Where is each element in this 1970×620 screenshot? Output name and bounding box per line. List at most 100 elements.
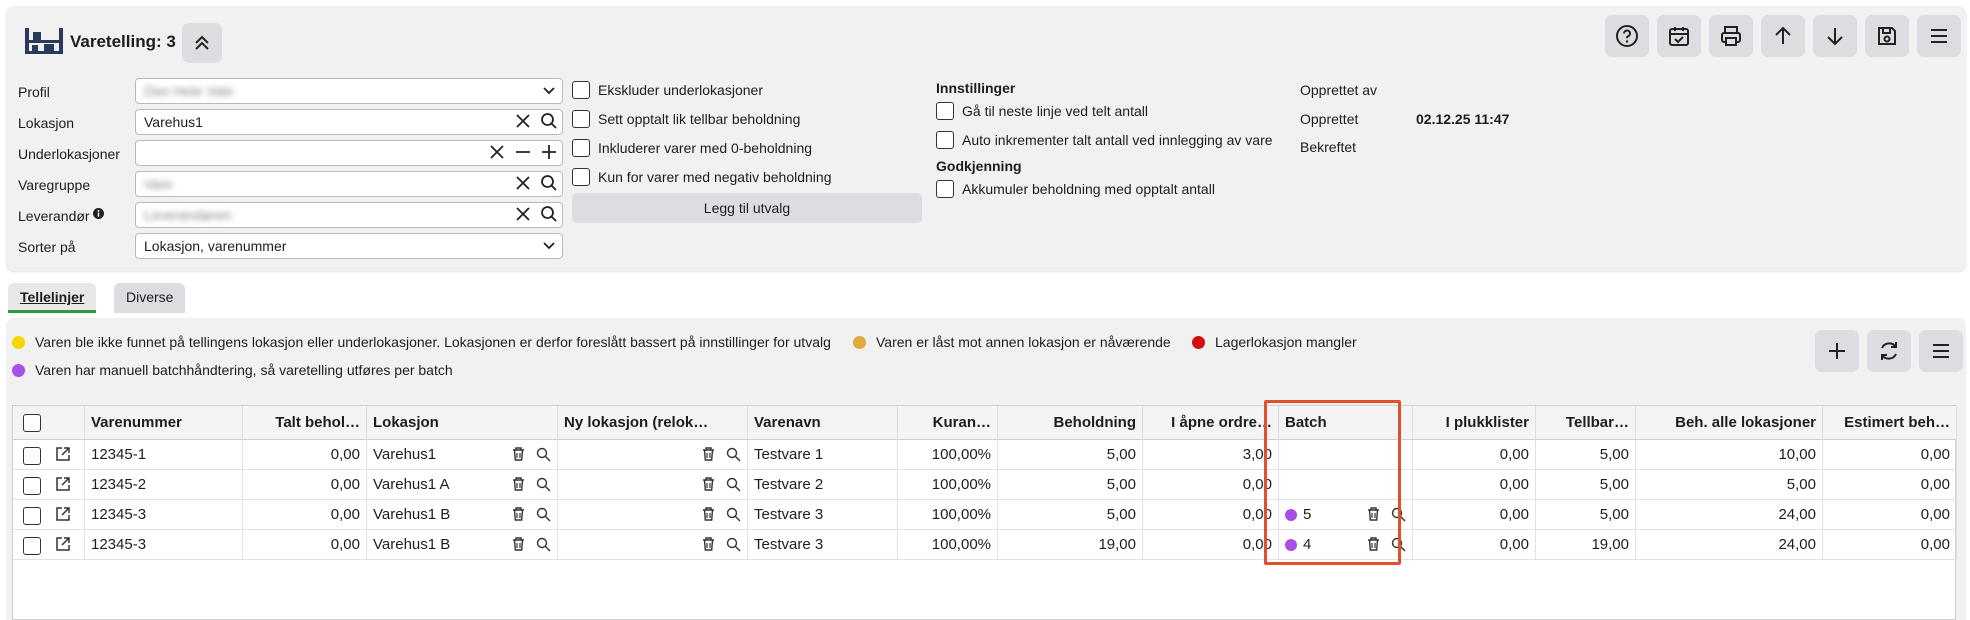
trash-icon[interactable]: [511, 476, 526, 492]
cell-batch[interactable]: [1279, 440, 1413, 470]
akkumuler-option[interactable]: Akkumuler beholdning med opptalt antall: [936, 180, 1215, 198]
col-plukklister[interactable]: I plukklister: [1413, 406, 1536, 440]
kun-negativ-option[interactable]: Kun for varer med negativ beholdning: [572, 168, 831, 186]
trash-icon[interactable]: [701, 446, 716, 462]
tab-diverse[interactable]: Diverse: [114, 283, 186, 313]
minus-icon[interactable]: [514, 143, 532, 161]
inkluder-null-option[interactable]: Inkluderer varer med 0-beholdning: [572, 139, 812, 157]
cell-ny-lokasjon[interactable]: [558, 530, 748, 560]
save-button[interactable]: [1865, 15, 1909, 57]
search-icon[interactable]: [540, 174, 558, 192]
row-checkbox[interactable]: [23, 537, 41, 555]
refresh-button[interactable]: [1867, 330, 1911, 372]
varegruppe-field[interactable]: Vare: [135, 171, 563, 197]
col-varenavn[interactable]: Varenavn: [748, 406, 898, 440]
cell-lokasjon[interactable]: Varehus1: [367, 440, 558, 470]
search-icon[interactable]: [1391, 507, 1406, 522]
cell-batch[interactable]: 5: [1279, 500, 1413, 530]
cell-ny-lokasjon[interactable]: [558, 500, 748, 530]
cell-lokasjon[interactable]: Varehus1 B: [367, 500, 558, 530]
menu-button[interactable]: [1917, 15, 1961, 57]
cell-tellbar: 19,00: [1536, 530, 1636, 560]
search-icon[interactable]: [540, 205, 558, 223]
move-down-button[interactable]: [1813, 15, 1857, 57]
open-external-icon[interactable]: [55, 506, 71, 522]
akkumuler-checkbox[interactable]: [936, 180, 954, 198]
col-estimert[interactable]: Estimert beh…: [1823, 406, 1957, 440]
trash-icon[interactable]: [701, 506, 716, 522]
col-tellbar[interactable]: Tellbar…: [1536, 406, 1636, 440]
cell-varenavn: Testvare 3: [748, 500, 898, 530]
ga-neste-option[interactable]: Gå til neste linje ved telt antall: [936, 102, 1148, 120]
add-line-button[interactable]: [1815, 330, 1859, 372]
search-icon[interactable]: [536, 537, 551, 552]
cell-ny-lokasjon[interactable]: [558, 470, 748, 500]
legg-til-utvalg-button[interactable]: Legg til utvalg: [572, 193, 922, 223]
plus-icon[interactable]: [540, 143, 558, 161]
clear-icon[interactable]: [514, 174, 532, 192]
move-up-button[interactable]: [1761, 15, 1805, 57]
clear-icon[interactable]: [488, 143, 506, 161]
trash-icon[interactable]: [1366, 506, 1381, 522]
info-icon[interactable]: [93, 208, 105, 219]
search-icon[interactable]: [726, 507, 741, 522]
tab-tellelinjer[interactable]: Tellelinjer: [8, 283, 97, 313]
search-icon[interactable]: [726, 447, 741, 462]
open-external-icon[interactable]: [55, 536, 71, 552]
inkluder-null-checkbox[interactable]: [572, 139, 590, 157]
col-talt[interactable]: Talt behol…: [243, 406, 367, 440]
sorter-select[interactable]: Lokasjon, varenummer: [135, 233, 563, 259]
trash-icon[interactable]: [511, 506, 526, 522]
col-batch[interactable]: Batch: [1279, 406, 1413, 440]
row-checkbox[interactable]: [23, 507, 41, 525]
profil-select[interactable]: Den Hele Vale: [135, 78, 563, 104]
trash-icon[interactable]: [1366, 536, 1381, 552]
ekskluder-option[interactable]: Ekskluder underlokasjoner: [572, 81, 763, 99]
cell-lokasjon[interactable]: Varehus1 B: [367, 530, 558, 560]
help-button[interactable]: [1605, 15, 1649, 57]
open-external-icon[interactable]: [55, 446, 71, 462]
search-icon[interactable]: [726, 537, 741, 552]
ekskluder-checkbox[interactable]: [572, 81, 590, 99]
auto-inkrementer-checkbox[interactable]: [936, 131, 954, 149]
kun-negativ-checkbox[interactable]: [572, 168, 590, 186]
cell-ny-lokasjon[interactable]: [558, 440, 748, 470]
collapse-button[interactable]: [182, 23, 222, 63]
sett-opptalt-checkbox[interactable]: [572, 110, 590, 128]
col-lokasjon[interactable]: Lokasjon: [367, 406, 558, 440]
search-icon[interactable]: [536, 447, 551, 462]
search-icon[interactable]: [536, 507, 551, 522]
trash-icon[interactable]: [701, 536, 716, 552]
ga-neste-checkbox[interactable]: [936, 102, 954, 120]
cell-batch[interactable]: 4: [1279, 530, 1413, 560]
col-beholdning[interactable]: Beholdning: [998, 406, 1143, 440]
open-external-icon[interactable]: [55, 476, 71, 492]
trash-icon[interactable]: [511, 446, 526, 462]
trash-icon[interactable]: [511, 536, 526, 552]
calendar-check-button[interactable]: [1657, 15, 1701, 57]
search-icon[interactable]: [726, 477, 741, 492]
col-kurans[interactable]: Kuran…: [898, 406, 998, 440]
col-ny-lokasjon[interactable]: Ny lokasjon (relok…: [558, 406, 748, 440]
cell-batch[interactable]: [1279, 470, 1413, 500]
select-all-checkbox[interactable]: [23, 414, 41, 432]
trash-icon[interactable]: [701, 476, 716, 492]
col-apne-ordre[interactable]: I åpne ordre…: [1143, 406, 1279, 440]
auto-inkrementer-option[interactable]: Auto inkrementer talt antall ved innlegg…: [936, 131, 1273, 149]
col-varenummer[interactable]: Varenummer: [85, 406, 243, 440]
clear-icon[interactable]: [514, 112, 532, 130]
col-beh-alle[interactable]: Beh. alle lokasjoner: [1636, 406, 1823, 440]
row-checkbox[interactable]: [23, 477, 41, 495]
clear-icon[interactable]: [514, 205, 532, 223]
leverandor-field[interactable]: Leverandøren: [135, 202, 563, 228]
row-checkbox[interactable]: [23, 447, 41, 465]
underlokasjoner-field[interactable]: [135, 140, 563, 166]
search-icon[interactable]: [536, 477, 551, 492]
lokasjon-field[interactable]: Varehus1: [135, 109, 563, 135]
lines-menu-button[interactable]: [1919, 330, 1963, 372]
cell-lokasjon[interactable]: Varehus1 A: [367, 470, 558, 500]
search-icon[interactable]: [1391, 537, 1406, 552]
sett-opptalt-option[interactable]: Sett opptalt lik tellbar beholdning: [572, 110, 800, 128]
print-button[interactable]: [1709, 15, 1753, 57]
search-icon[interactable]: [540, 112, 558, 130]
